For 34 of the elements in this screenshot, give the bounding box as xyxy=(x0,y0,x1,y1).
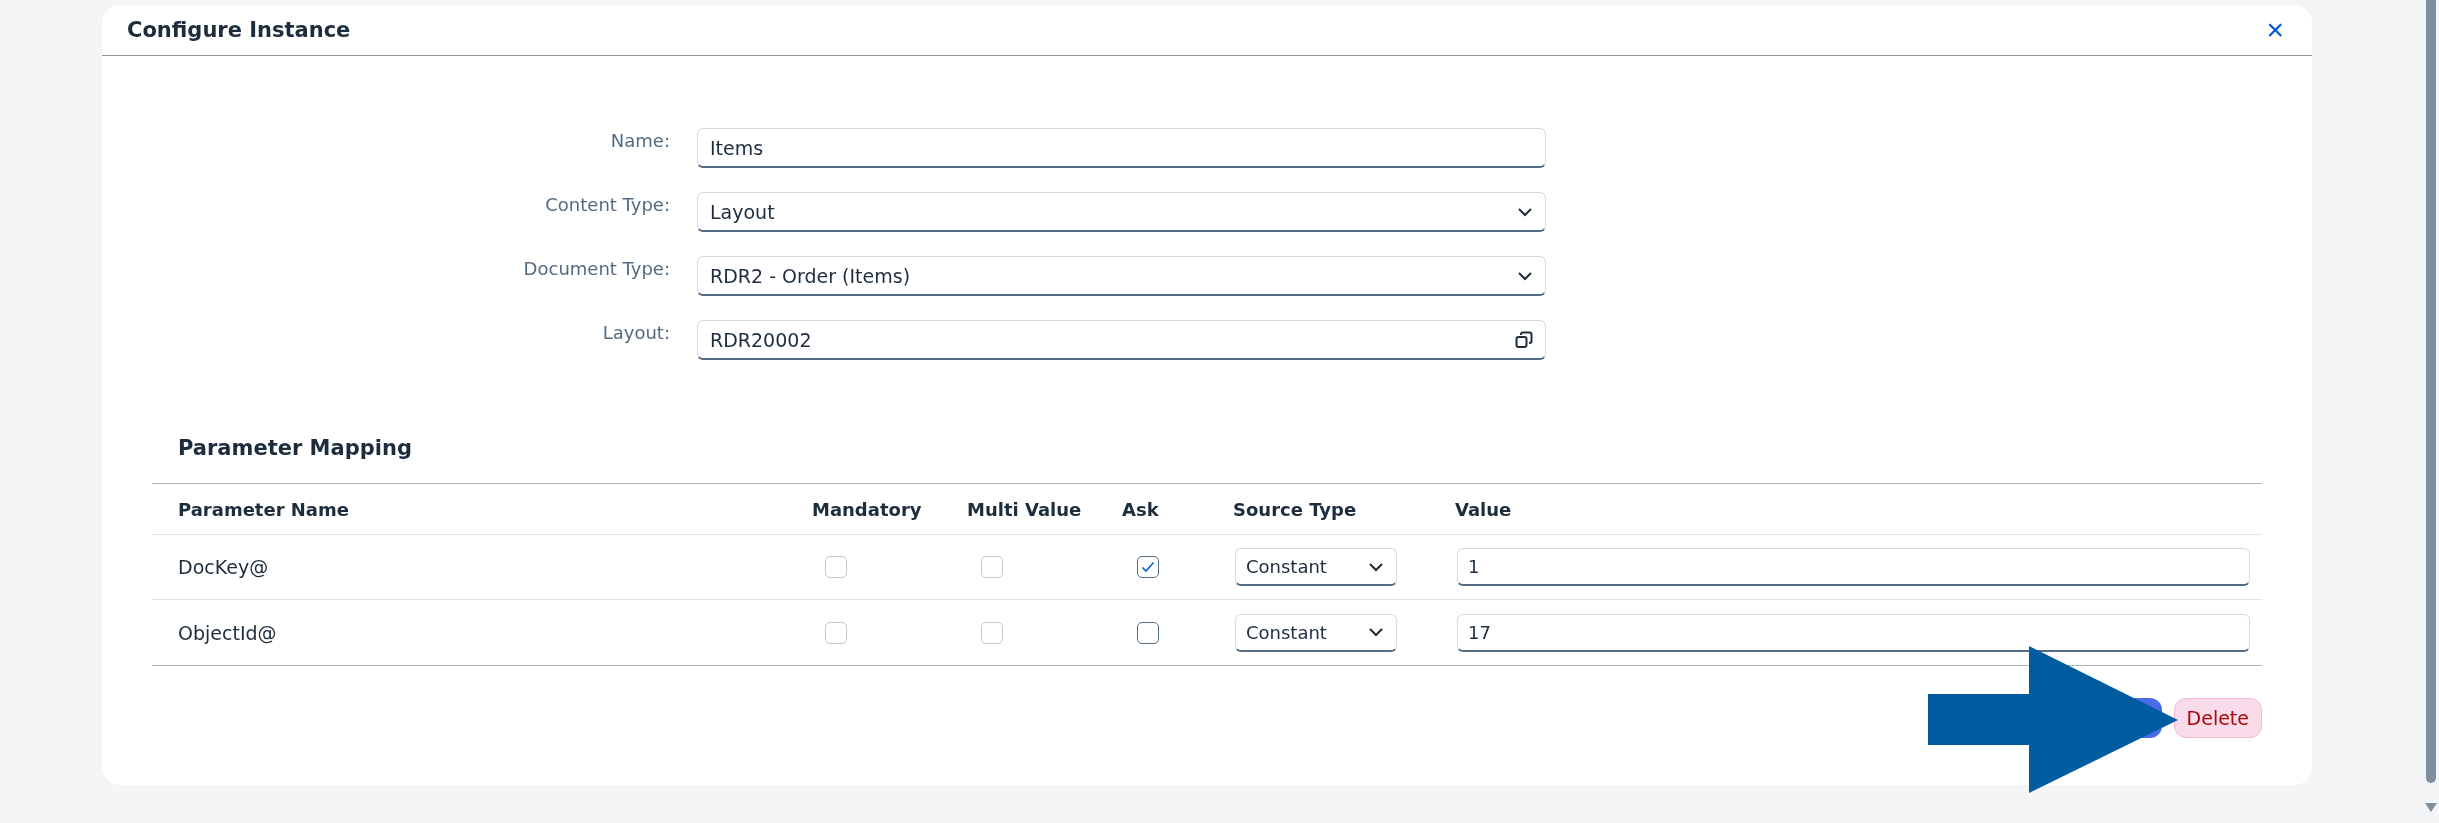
checkbox[interactable] xyxy=(1137,621,1159,644)
field-label: Layout: xyxy=(601,321,670,345)
select-field[interactable]: RDR2 - Order (Items) xyxy=(697,256,1546,296)
scrollbar-thumb[interactable] xyxy=(2426,0,2436,783)
column-header: Mandatory xyxy=(812,498,922,520)
chevron-down-icon xyxy=(1368,561,1384,572)
checkbox[interactable] xyxy=(1137,556,1159,578)
input-field[interactable]: Items xyxy=(697,128,1546,168)
field-label: Name: xyxy=(609,129,670,153)
column-header: Parameter Name xyxy=(178,498,349,520)
column-header: Multi Value xyxy=(967,498,1082,520)
source-type-select[interactable]: Constant xyxy=(1235,548,1397,586)
column-header: Source Type xyxy=(1233,498,1357,520)
lookup-field[interactable]: RDR20002 xyxy=(697,320,1546,360)
checkmark-icon xyxy=(1141,561,1155,573)
select-field[interactable]: Layout xyxy=(697,192,1546,232)
chevron-down-icon xyxy=(1517,206,1533,217)
column-header: Value xyxy=(1455,498,1512,520)
parameter-name: DocKey@ xyxy=(178,556,269,578)
value-field[interactable]: 1 xyxy=(1457,548,2250,586)
chevron-down-icon xyxy=(1517,270,1533,281)
field-label: Document Type: xyxy=(522,257,670,281)
scroll-down-icon[interactable] xyxy=(2425,803,2437,813)
chevron-down-icon xyxy=(1368,627,1384,637)
value-help-icon[interactable] xyxy=(1515,330,1533,349)
delete-button[interactable]: Delete xyxy=(2173,698,2262,738)
column-header: Ask xyxy=(1122,498,1159,520)
parameter-name: ObjectId@ xyxy=(178,621,277,644)
field-label: Content Type: xyxy=(544,193,670,217)
source-type-select[interactable]: Constant xyxy=(1235,613,1397,652)
value-field[interactable]: 17 xyxy=(1457,613,2250,652)
dialog-title: Configure Instance xyxy=(127,18,351,42)
close-button[interactable]: × xyxy=(2262,15,2288,45)
section-title: Parameter Mapping xyxy=(177,436,413,462)
